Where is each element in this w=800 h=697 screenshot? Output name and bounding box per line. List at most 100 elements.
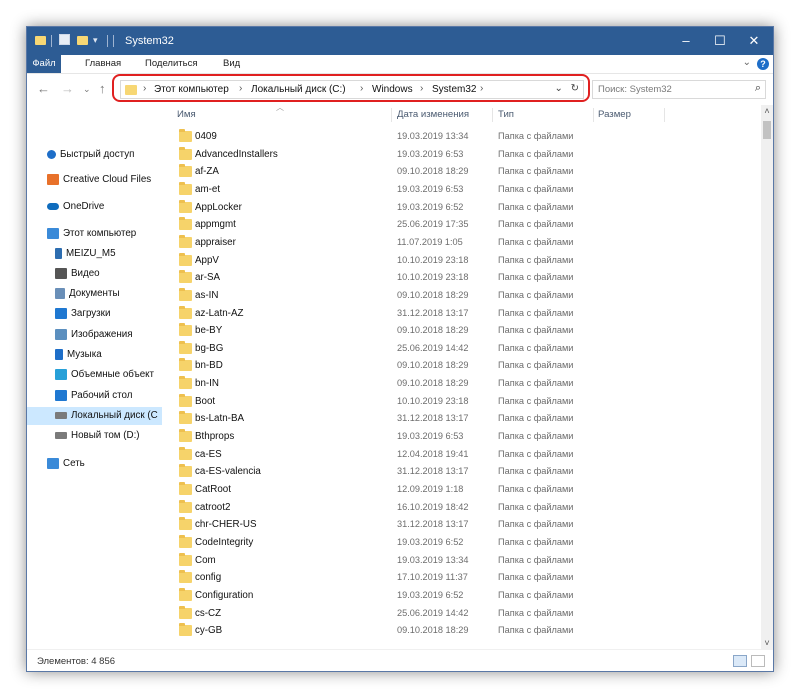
video-icon bbox=[55, 267, 67, 279]
ribbon: Файл Главная Поделиться Вид ⌄ ? bbox=[27, 55, 773, 74]
file-date: 16.10.2019 18:42 bbox=[397, 501, 469, 512]
file-date: 12.04.2018 19:41 bbox=[397, 448, 469, 459]
sidebar-item-onedrive[interactable]: OneDrive bbox=[47, 198, 104, 216]
table-row[interactable]: AppV 10.10.2019 23:18 Папка с файлами bbox=[162, 252, 761, 269]
column-divider[interactable] bbox=[391, 108, 392, 122]
table-row[interactable]: ar-SA 10.10.2019 23:18 Папка с файлами bbox=[162, 269, 761, 286]
table-row[interactable]: catroot2 16.10.2019 18:42 Папка с файлами bbox=[162, 499, 761, 516]
search-box[interactable]: Поиск: System32 ⌕ bbox=[592, 80, 766, 99]
tab-share[interactable]: Поделиться bbox=[145, 55, 197, 73]
sidebar-item-creative-cloud[interactable]: Creative Cloud Files bbox=[47, 171, 151, 189]
scrollbar-thumb[interactable] bbox=[763, 121, 771, 139]
explorer-window: ▾ System32 – ☐ ✕ Файл Главная Поделиться… bbox=[26, 26, 774, 672]
folder-icon bbox=[179, 217, 192, 231]
up-icon[interactable]: ↑ bbox=[99, 81, 106, 96]
table-row[interactable]: bn-IN 09.10.2018 18:29 Папка с файлами bbox=[162, 375, 761, 392]
sidebar-item-desktop[interactable]: Рабочий стол bbox=[55, 387, 133, 405]
file-type: Папка с файлами bbox=[498, 183, 574, 194]
sidebar-item-3d-objects[interactable]: Объемные объект bbox=[55, 366, 154, 384]
tab-view[interactable]: Вид bbox=[223, 55, 240, 73]
forward-icon[interactable]: → bbox=[61, 81, 74, 96]
details-view-icon[interactable] bbox=[733, 655, 747, 667]
cloud-icon bbox=[47, 202, 59, 210]
table-row[interactable]: bn-BD 09.10.2018 18:29 Папка с файлами bbox=[162, 357, 761, 374]
search-input[interactable]: Поиск: System32 bbox=[598, 84, 672, 95]
table-row[interactable]: Boot 10.10.2019 23:18 Папка с файлами bbox=[162, 393, 761, 410]
maximize-button[interactable]: ☐ bbox=[703, 27, 737, 55]
table-row[interactable]: az-Latn-AZ 31.12.2018 13:17 Папка с файлам… bbox=[162, 305, 761, 322]
file-name: 0409 bbox=[195, 131, 217, 142]
table-row[interactable]: cs-CZ 25.06.2019 14:42 Папка с файлами bbox=[162, 605, 761, 622]
sidebar-item-meizu[interactable]: MEIZU_M5 bbox=[55, 245, 116, 263]
table-row[interactable]: Com 19.03.2019 13:34 Папка с файлами bbox=[162, 552, 761, 569]
table-row[interactable]: ca-ES 12.04.2018 19:41 Папка с файлами bbox=[162, 446, 761, 463]
folder-icon bbox=[179, 358, 192, 372]
table-row[interactable]: AppLocker 19.03.2019 6:52 Папка с файлами bbox=[162, 199, 761, 216]
table-row[interactable]: af-ZA 09.10.2018 18:29 Папка с файлами bbox=[162, 163, 761, 180]
column-header-date[interactable]: Дата изменения bbox=[397, 105, 469, 125]
tab-home[interactable]: Главная bbox=[85, 55, 121, 73]
folder-icon bbox=[179, 270, 192, 284]
sidebar-item-music[interactable]: Музыка bbox=[55, 346, 102, 364]
file-date: 09.10.2018 18:29 bbox=[397, 325, 469, 336]
table-row[interactable]: 0409 19.03.2019 13:34 Папка с файлами bbox=[162, 128, 761, 145]
folder-icon bbox=[179, 146, 192, 160]
table-row[interactable]: cy-GB 09.10.2018 18:29 Папка с файлами bbox=[162, 622, 761, 639]
sidebar-item-downloads[interactable]: Загрузки bbox=[55, 305, 110, 323]
table-row[interactable]: Bthprops 19.03.2019 6:53 Папка с файлами bbox=[162, 428, 761, 445]
sidebar-item-this-pc[interactable]: Этот компьютер bbox=[47, 225, 136, 243]
table-row[interactable]: CodeIntegrity 19.03.2019 6:52 Папка с файл… bbox=[162, 534, 761, 551]
sidebar-item-pictures[interactable]: Изображения bbox=[55, 326, 133, 344]
search-icon[interactable]: ⌕ bbox=[755, 82, 761, 95]
back-icon[interactable]: ← bbox=[37, 81, 50, 96]
file-date: 31.12.2018 13:17 bbox=[397, 413, 469, 424]
vertical-scrollbar[interactable]: ˄ ˅ bbox=[761, 105, 773, 649]
file-date: 31.12.2018 13:17 bbox=[397, 307, 469, 318]
table-row[interactable]: am-et 19.03.2019 6:53 Папка с файлами bbox=[162, 181, 761, 198]
close-button[interactable]: ✕ bbox=[737, 27, 771, 55]
large-icons-view-icon[interactable] bbox=[751, 655, 765, 667]
column-divider[interactable] bbox=[492, 108, 493, 122]
column-header-name[interactable]: Имя bbox=[177, 105, 196, 125]
minimize-button[interactable]: – bbox=[669, 27, 703, 55]
scroll-up-icon[interactable]: ˄ bbox=[761, 105, 773, 117]
file-type: Папка с файлами bbox=[498, 166, 574, 177]
table-row[interactable]: bg-BG 25.06.2019 14:42 Папка с файлами bbox=[162, 340, 761, 357]
table-row[interactable]: chr-CHER-US 31.12.2018 13:17 Папка с файла… bbox=[162, 516, 761, 533]
properties-icon[interactable] bbox=[59, 34, 70, 45]
file-date: 09.10.2018 18:29 bbox=[397, 166, 469, 177]
column-divider[interactable] bbox=[664, 108, 665, 122]
expand-ribbon-icon[interactable]: ⌄ bbox=[743, 57, 751, 68]
sidebar-item-documents[interactable]: Документы bbox=[55, 285, 120, 303]
file-name: Bthprops bbox=[195, 431, 235, 443]
file-name: cy-GB bbox=[195, 625, 223, 637]
folder-icon bbox=[179, 199, 192, 213]
scroll-down-icon[interactable]: ˅ bbox=[761, 637, 773, 649]
table-row[interactable]: config 17.10.2019 11:37 Папка с файлами bbox=[162, 569, 761, 586]
table-row[interactable]: appmgmt 25.06.2019 17:35 Папка с файлами bbox=[162, 216, 761, 233]
help-icon[interactable]: ? bbox=[757, 58, 769, 70]
sidebar-item-quick-access[interactable]: Быстрый доступ bbox=[47, 146, 134, 164]
sidebar-item-network[interactable]: Сеть bbox=[47, 455, 85, 473]
column-divider[interactable] bbox=[593, 108, 594, 122]
file-date: 19.03.2019 6:53 bbox=[397, 183, 464, 194]
table-row[interactable]: AdvancedInstallers 19.03.2019 6:53 Папка с… bbox=[162, 146, 761, 163]
table-row[interactable]: be-BY 09.10.2018 18:29 Папка с файлами bbox=[162, 322, 761, 339]
chevron-down-icon[interactable]: ▾ bbox=[93, 35, 98, 50]
table-row[interactable]: appraiser 11.07.2019 1:05 Папка с файлами bbox=[162, 234, 761, 251]
table-row[interactable]: Configuration 19.03.2019 6:52 Папка с файл… bbox=[162, 587, 761, 604]
recent-locations-icon[interactable]: ⌄ bbox=[83, 84, 91, 95]
table-row[interactable]: CatRoot 12.09.2019 1:18 Папка с файлами bbox=[162, 481, 761, 498]
sidebar-item-local-disk-c[interactable]: Локальный диск (C bbox=[27, 407, 162, 425]
sidebar-item-video[interactable]: Видео bbox=[55, 265, 100, 283]
new-folder-icon[interactable] bbox=[77, 36, 88, 45]
table-row[interactable]: as-IN 09.10.2018 18:29 Папка с файлами bbox=[162, 287, 761, 304]
column-header-type[interactable]: Тип bbox=[498, 105, 514, 125]
title-bar[interactable]: ▾ System32 – ☐ ✕ bbox=[27, 27, 773, 55]
table-row[interactable]: bs-Latn-BA 31.12.2018 13:17 Папка с файлам… bbox=[162, 410, 761, 427]
sidebar-item-new-volume-d[interactable]: Новый том (D:) bbox=[55, 427, 140, 445]
star-icon bbox=[47, 149, 56, 159]
tab-file[interactable]: Файл bbox=[27, 55, 61, 73]
column-header-size[interactable]: Размер bbox=[598, 105, 631, 125]
table-row[interactable]: ca-ES-valencia 31.12.2018 13:17 Папка с фа… bbox=[162, 463, 761, 480]
